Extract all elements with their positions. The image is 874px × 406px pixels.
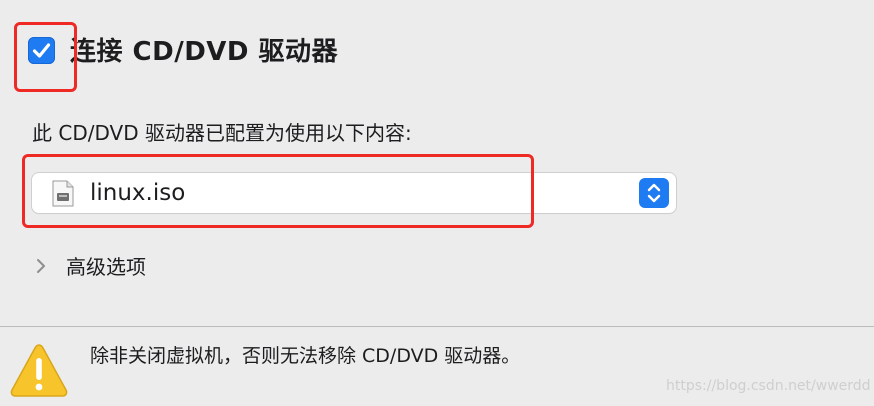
config-description: 此 CD/DVD 驱动器已配置为使用以下内容: xyxy=(32,121,412,145)
watermark: https://blog.csdn.net/wwerdd xyxy=(666,378,871,394)
annotation-box-select xyxy=(22,154,534,228)
chevron-right-icon[interactable] xyxy=(35,256,47,276)
connect-label[interactable]: 连接 CD/DVD 驱动器 xyxy=(70,32,338,72)
warning-icon xyxy=(10,344,68,397)
updown-chevron-icon xyxy=(647,183,661,203)
advanced-options-toggle[interactable]: 高级选项 xyxy=(66,252,146,282)
annotation-box-checkbox xyxy=(14,22,77,92)
warning-message: 除非关闭虚拟机，否则无法移除 CD/DVD 驱动器。 xyxy=(90,345,521,367)
select-stepper[interactable] xyxy=(639,178,669,208)
divider xyxy=(0,326,874,327)
